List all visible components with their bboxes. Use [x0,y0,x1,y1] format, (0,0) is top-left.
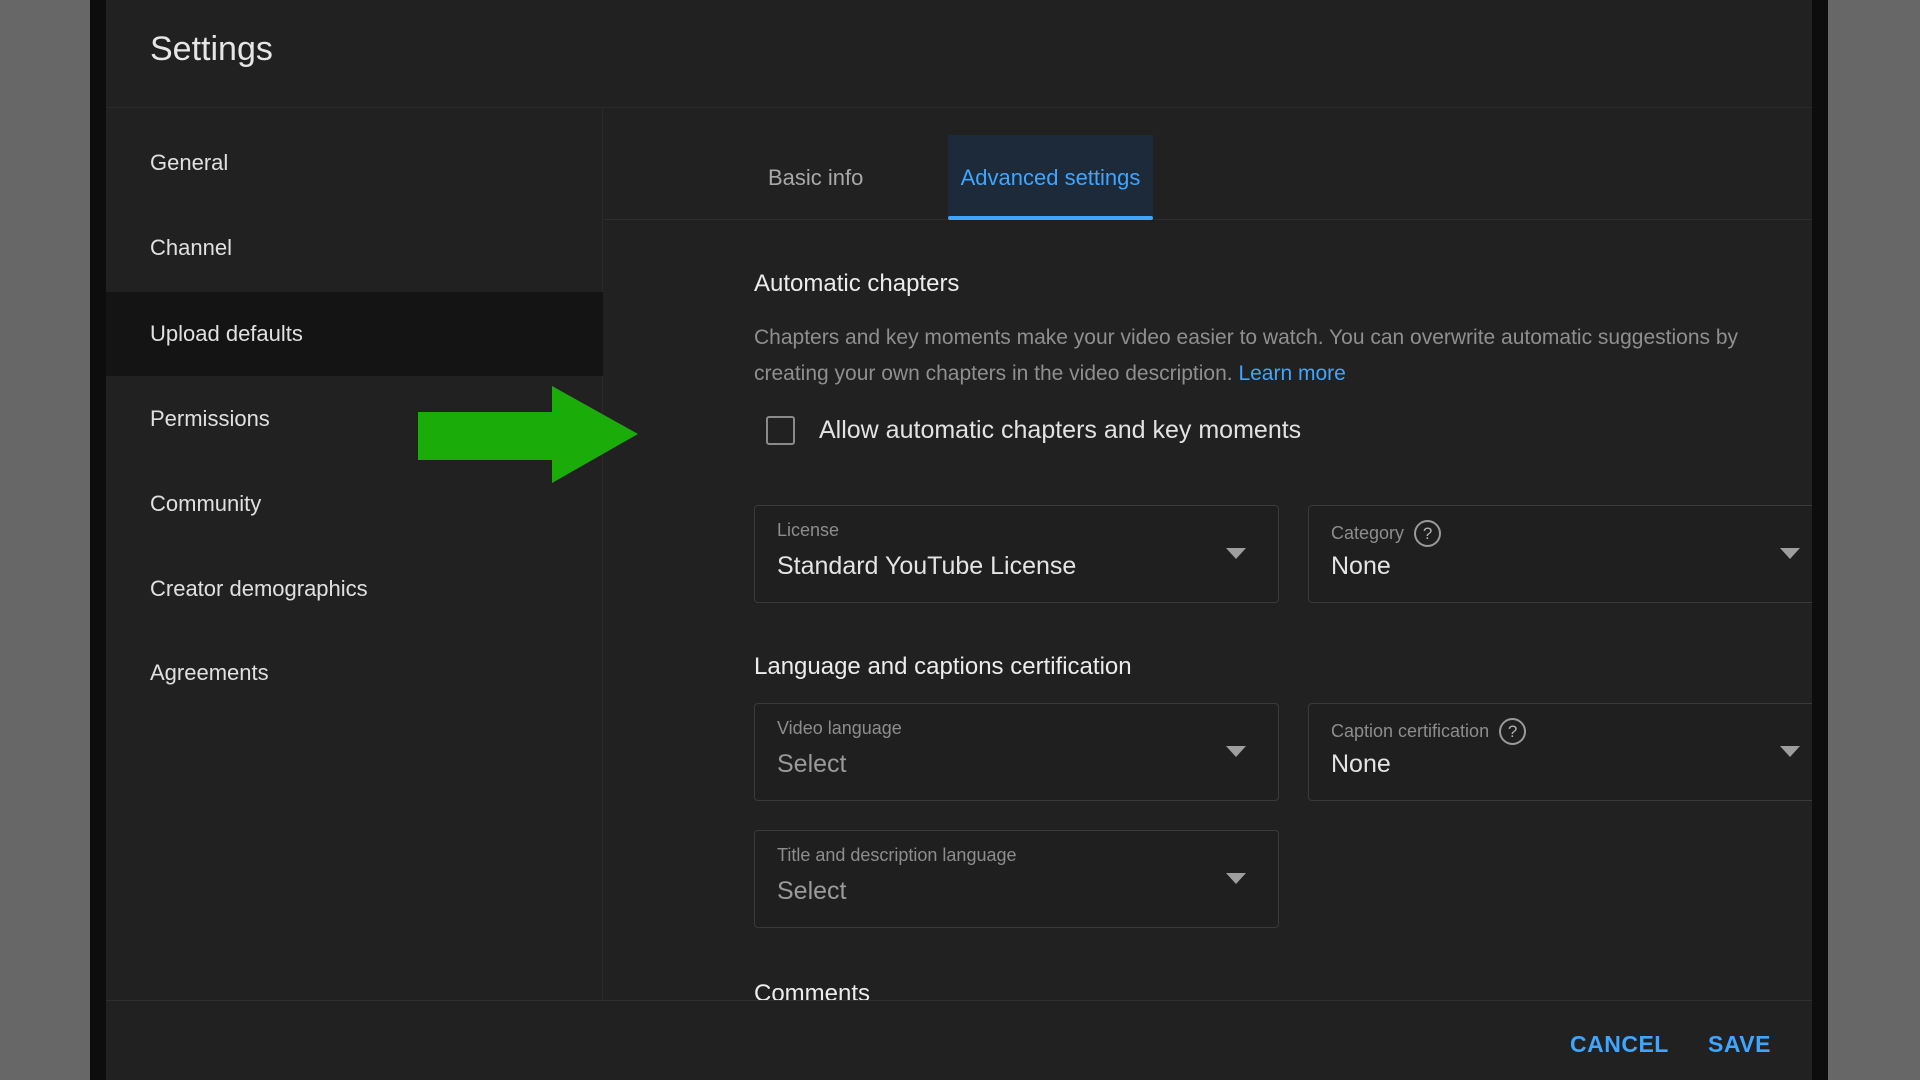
video-language-label: Video language [777,718,902,739]
tab-bar: Basic info Advanced settings [604,108,1812,220]
sidebar-item-channel[interactable]: Channel [106,206,603,290]
green-arrow-annotation-icon [418,386,638,483]
tab-basic-info[interactable]: Basic info [766,135,865,220]
sidebar-item-agreements[interactable]: Agreements [106,631,603,715]
dropdown-caret-icon [1780,746,1800,757]
license-select[interactable]: License Standard YouTube License [754,505,1279,603]
dialog-title: Settings [150,30,273,68]
sidebar-item-creator-demographics[interactable]: Creator demographics [106,547,603,631]
caption-certification-label-text: Caption certification [1331,721,1490,741]
dialog-header: Settings [106,0,1812,108]
category-value: None [1331,552,1391,580]
caption-certification-value: None [1331,750,1391,778]
automatic-chapters-description: Chapters and key moments make your video… [754,320,1812,392]
window-frame-right [1812,0,1828,1080]
settings-sidebar: General Channel Upload defaults Permissi… [106,108,603,1000]
license-value: Standard YouTube License [777,552,1077,580]
sidebar-item-upload-defaults[interactable]: Upload defaults [106,292,603,376]
settings-dialog: Settings General Channel Upload defaults… [106,0,1812,1080]
category-select[interactable]: Category ? None [1308,505,1812,603]
help-icon[interactable]: ? [1499,718,1527,745]
title-description-language-label: Title and description language [777,845,1017,866]
language-captions-heading: Language and captions certification [754,653,1132,680]
title-description-language-select[interactable]: Title and description language Select [754,830,1279,928]
title-description-language-value: Select [777,877,847,905]
license-label: License [777,520,839,541]
help-icon[interactable]: ? [1414,520,1442,547]
save-button[interactable]: SAVE [1708,1031,1771,1058]
dropdown-caret-icon [1226,746,1246,757]
automatic-chapters-heading: Automatic chapters [754,270,960,297]
tab-advanced-settings[interactable]: Advanced settings [948,135,1153,220]
learn-more-link[interactable]: Learn more [1238,362,1345,385]
comments-heading: Comments [754,980,871,1000]
category-label: Category ? [1331,520,1442,547]
caption-certification-label: Caption certification ? [1331,718,1527,745]
video-language-label-text: Video language [777,718,902,738]
automatic-chapters-checkbox-row[interactable]: Allow automatic chapters and key moments [766,416,1301,445]
video-language-value: Select [777,750,847,778]
arrow-shape [418,386,638,483]
license-label-text: License [777,520,840,540]
video-language-select[interactable]: Video language Select [754,703,1279,801]
dropdown-caret-icon [1226,873,1246,884]
window-frame-left [90,0,106,1080]
dialog-footer: CANCEL SAVE [106,1000,1812,1080]
dropdown-caret-icon [1226,548,1246,559]
title-description-language-label-text: Title and description language [777,845,1017,865]
checkbox-label: Allow automatic chapters and key moments [819,416,1302,444]
automatic-chapters-checkbox[interactable] [766,416,795,445]
sidebar-item-general[interactable]: General [106,121,603,205]
dropdown-caret-icon [1780,548,1800,559]
settings-content: Basic info Advanced settings Automatic c… [604,108,1812,1000]
category-label-text: Category [1331,523,1405,543]
cancel-button[interactable]: CANCEL [1570,1031,1669,1058]
caption-certification-select[interactable]: Caption certification ? None [1308,703,1812,801]
